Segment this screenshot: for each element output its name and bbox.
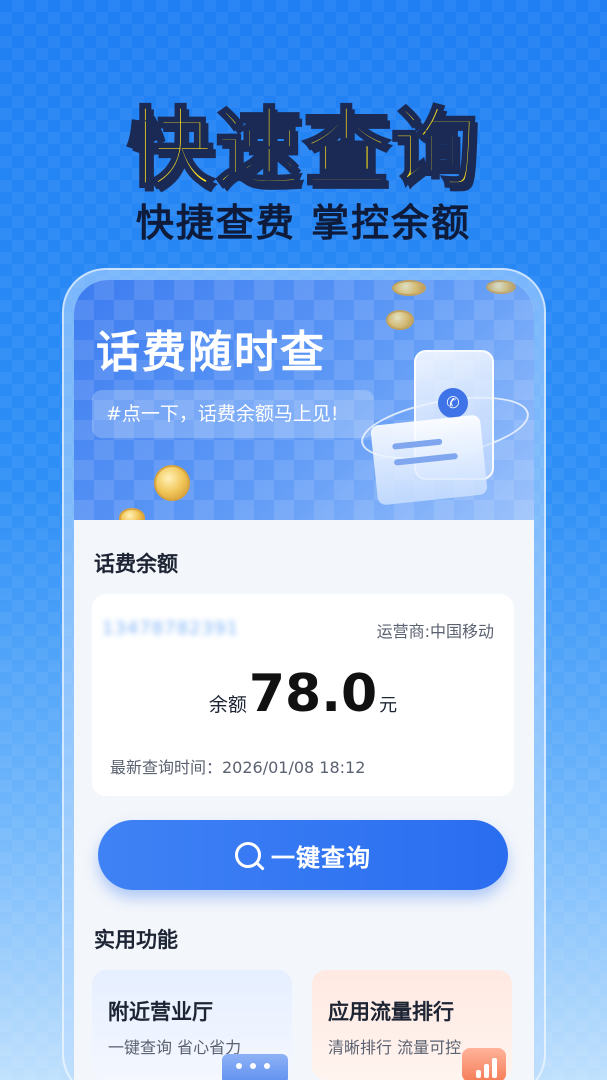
feature-nearby-store[interactable]: 附近营业厅 一键查询 省心省力	[92, 970, 292, 1080]
feature-description: 清晰排行 流量可控	[328, 1038, 462, 1057]
balance-card: 13478782391 运营商:中国移动 余额78.0 元 最新查询时间：2026…	[92, 594, 514, 796]
phone-number: 13478782391	[102, 618, 239, 639]
balance-unit: 元	[379, 695, 398, 716]
feature-title: 附近营业厅	[108, 1000, 213, 1024]
carrier-label: 运营商:中国移动	[376, 622, 494, 641]
receipt-illustration-icon	[370, 414, 488, 506]
balance-value: 78.0	[248, 664, 378, 724]
coin-icon	[386, 310, 414, 330]
banner-tagline: #点一下，话费余额马上见!	[92, 390, 374, 438]
coin-icon	[154, 465, 190, 501]
coin-icon	[392, 280, 426, 296]
features-section-title: 实用功能	[94, 928, 178, 952]
balance-label: 余额	[208, 694, 247, 716]
feature-app-traffic-ranking[interactable]: 应用流量排行 清晰排行 流量可控	[312, 970, 512, 1080]
hero-subtitle: 快捷查费 掌控余额	[135, 201, 472, 245]
feature-description: 一键查询 省心省力	[108, 1038, 242, 1057]
app-screen: 话费随时查 #点一下，话费余额马上见! ✆ 话费余额 13478782391 运…	[74, 280, 534, 1080]
bar-chart-icon	[462, 1048, 506, 1080]
banner-title: 话费随时查	[96, 327, 326, 378]
query-button-label: 一键查询	[271, 843, 371, 872]
promo-banner[interactable]: 话费随时查 #点一下，话费余额马上见! ✆	[74, 280, 534, 520]
balance-row: 余额78.0 元	[92, 664, 514, 724]
one-click-query-button[interactable]: 一键查询	[98, 820, 508, 890]
receipt-line	[392, 438, 443, 450]
hero-title: 快速查询	[126, 98, 480, 201]
feature-title: 应用流量排行	[328, 1000, 454, 1024]
phone-call-icon: ✆	[438, 388, 468, 418]
search-icon	[235, 842, 261, 868]
last-query-time: 最新查询时间：2026/01/08 18:12	[110, 758, 366, 777]
store-icon	[222, 1054, 288, 1080]
balance-section-title: 话费余额	[94, 552, 178, 576]
receipt-line	[393, 452, 459, 466]
coin-icon	[486, 280, 516, 294]
